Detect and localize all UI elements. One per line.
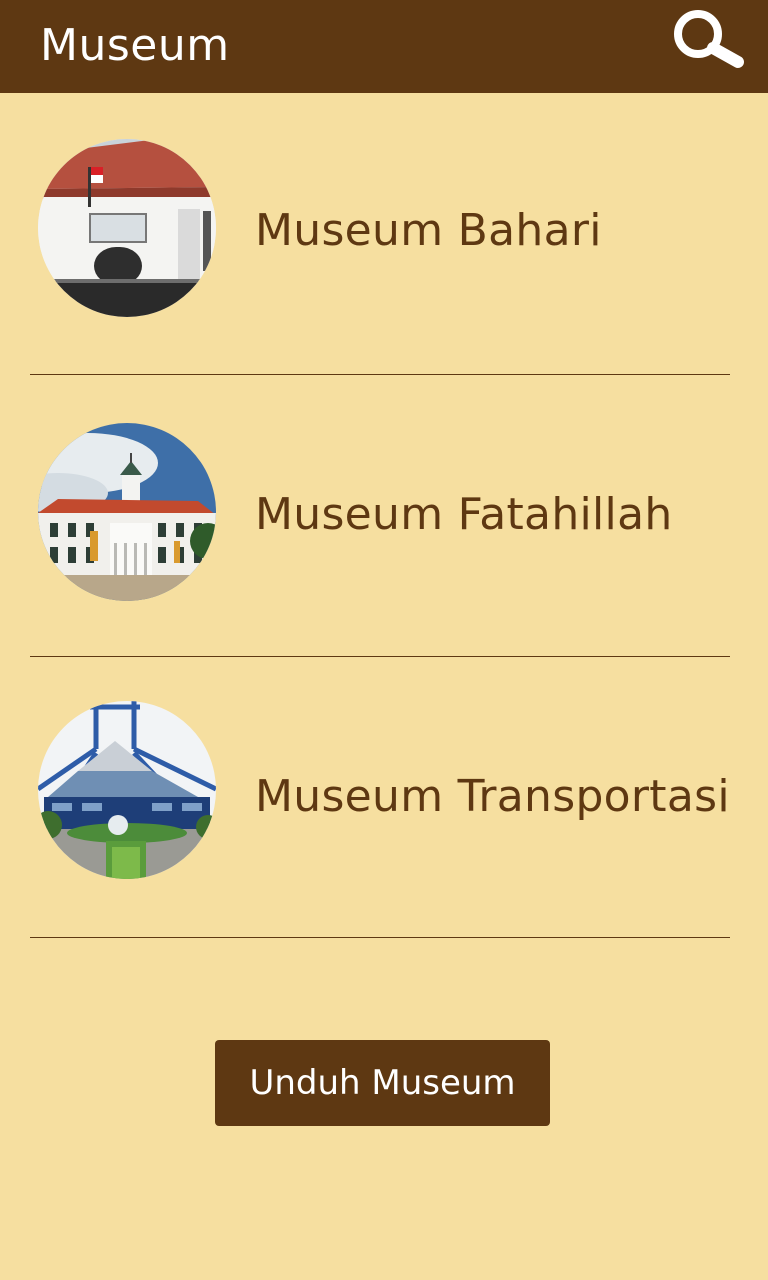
museum-transportasi-thumbnail: [38, 701, 216, 879]
list-item-museum-bahari[interactable]: Museum Bahari: [0, 93, 768, 375]
museum-name: Museum Transportasi: [255, 771, 730, 822]
divider: [30, 937, 730, 938]
museum-fatahillah-thumbnail: [38, 423, 216, 601]
list-item-museum-fatahillah[interactable]: Museum Fatahillah: [0, 375, 768, 657]
museum-list: Museum Bahari Museum Fatahillah Museum T…: [0, 93, 768, 939]
download-museum-button[interactable]: Unduh Museum: [215, 1040, 550, 1126]
app-bar: Museum: [0, 0, 768, 93]
museum-name: Museum Bahari: [255, 205, 602, 256]
search-button[interactable]: [664, 4, 754, 78]
museum-name: Museum Fatahillah: [255, 489, 673, 540]
search-icon: [674, 10, 744, 68]
list-item-museum-transportasi[interactable]: Museum Transportasi: [0, 657, 768, 939]
page-title: Museum: [40, 20, 230, 71]
museum-bahari-thumbnail: [38, 139, 216, 317]
